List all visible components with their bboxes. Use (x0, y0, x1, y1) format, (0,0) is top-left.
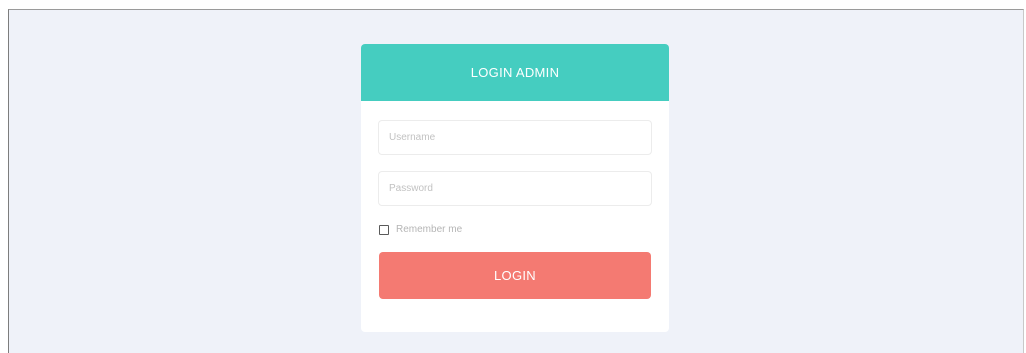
login-title: LOGIN ADMIN (470, 65, 560, 80)
username-input[interactable] (378, 120, 652, 155)
password-input[interactable] (378, 171, 652, 206)
remember-me-option[interactable]: Remember me (379, 224, 462, 235)
login-header: LOGIN ADMIN (361, 44, 669, 101)
page-viewport: LOGIN ADMIN Remember me LOGIN (8, 9, 1024, 353)
login-button[interactable]: LOGIN (379, 252, 651, 299)
login-card: LOGIN ADMIN Remember me LOGIN (361, 44, 669, 332)
remember-me-checkbox[interactable] (379, 224, 389, 235)
remember-me-label: Remember me (396, 224, 463, 235)
